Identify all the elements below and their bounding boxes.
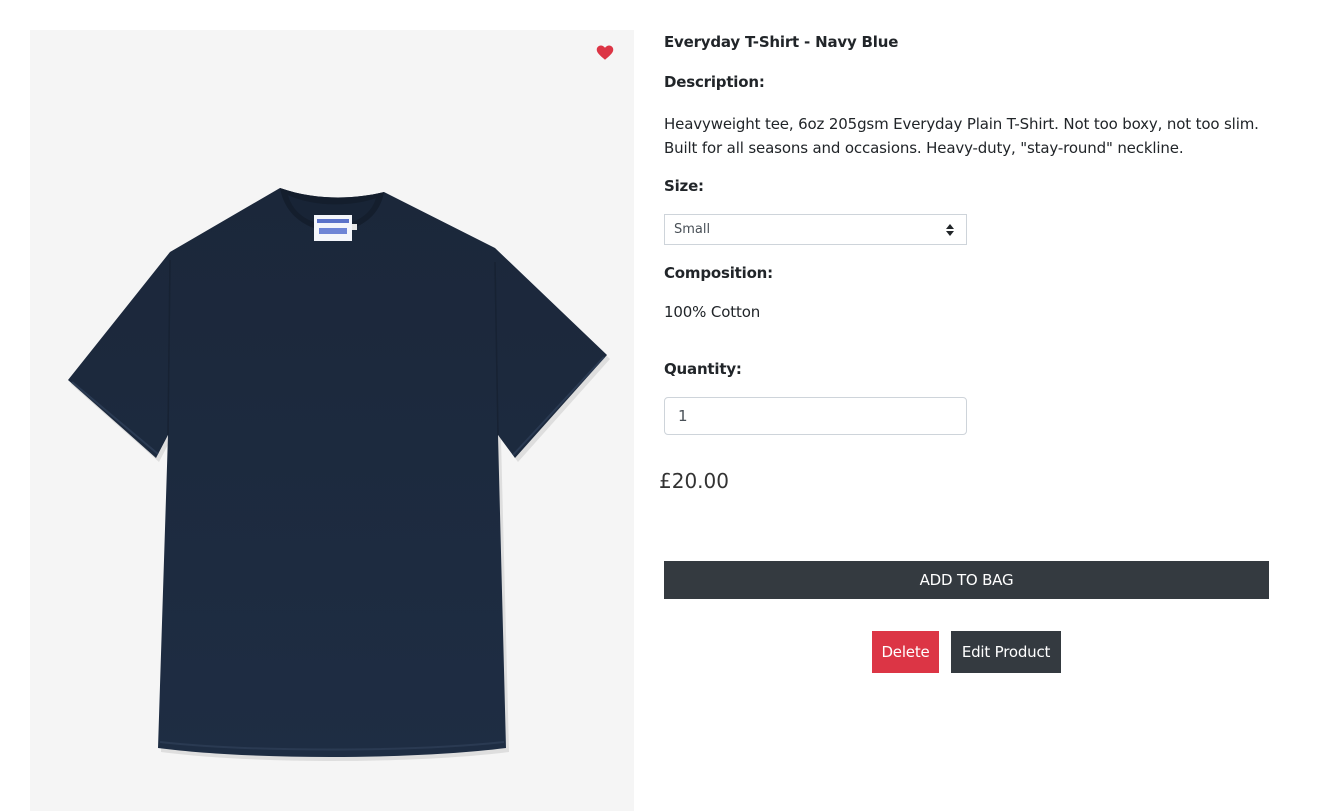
quantity-value: 1 (678, 407, 688, 425)
product-image (68, 188, 610, 761)
sort-caret-icon (946, 224, 954, 236)
product-title: Everyday T-Shirt - Navy Blue (664, 33, 899, 51)
delete-button[interactable]: Delete (872, 631, 939, 673)
composition-label: Composition: (664, 264, 773, 282)
size-selected-value: Small (674, 222, 711, 237)
quantity-label: Quantity: (664, 360, 742, 378)
quantity-input[interactable]: 1 (664, 397, 967, 435)
size-select[interactable]: Small (664, 214, 967, 245)
product-price: £20.00 (659, 469, 729, 493)
edit-product-button[interactable]: Edit Product (951, 631, 1061, 673)
composition-value: 100% Cotton (664, 303, 761, 321)
product-description: Heavyweight tee, 6oz 205gsm Everyday Pla… (664, 115, 1259, 157)
heart-icon[interactable] (596, 44, 614, 62)
product-image-panel (30, 30, 634, 811)
size-label: Size: (664, 177, 704, 195)
description-label: Description: (664, 73, 765, 91)
add-to-bag-button[interactable]: ADD TO BAG (664, 561, 1269, 599)
